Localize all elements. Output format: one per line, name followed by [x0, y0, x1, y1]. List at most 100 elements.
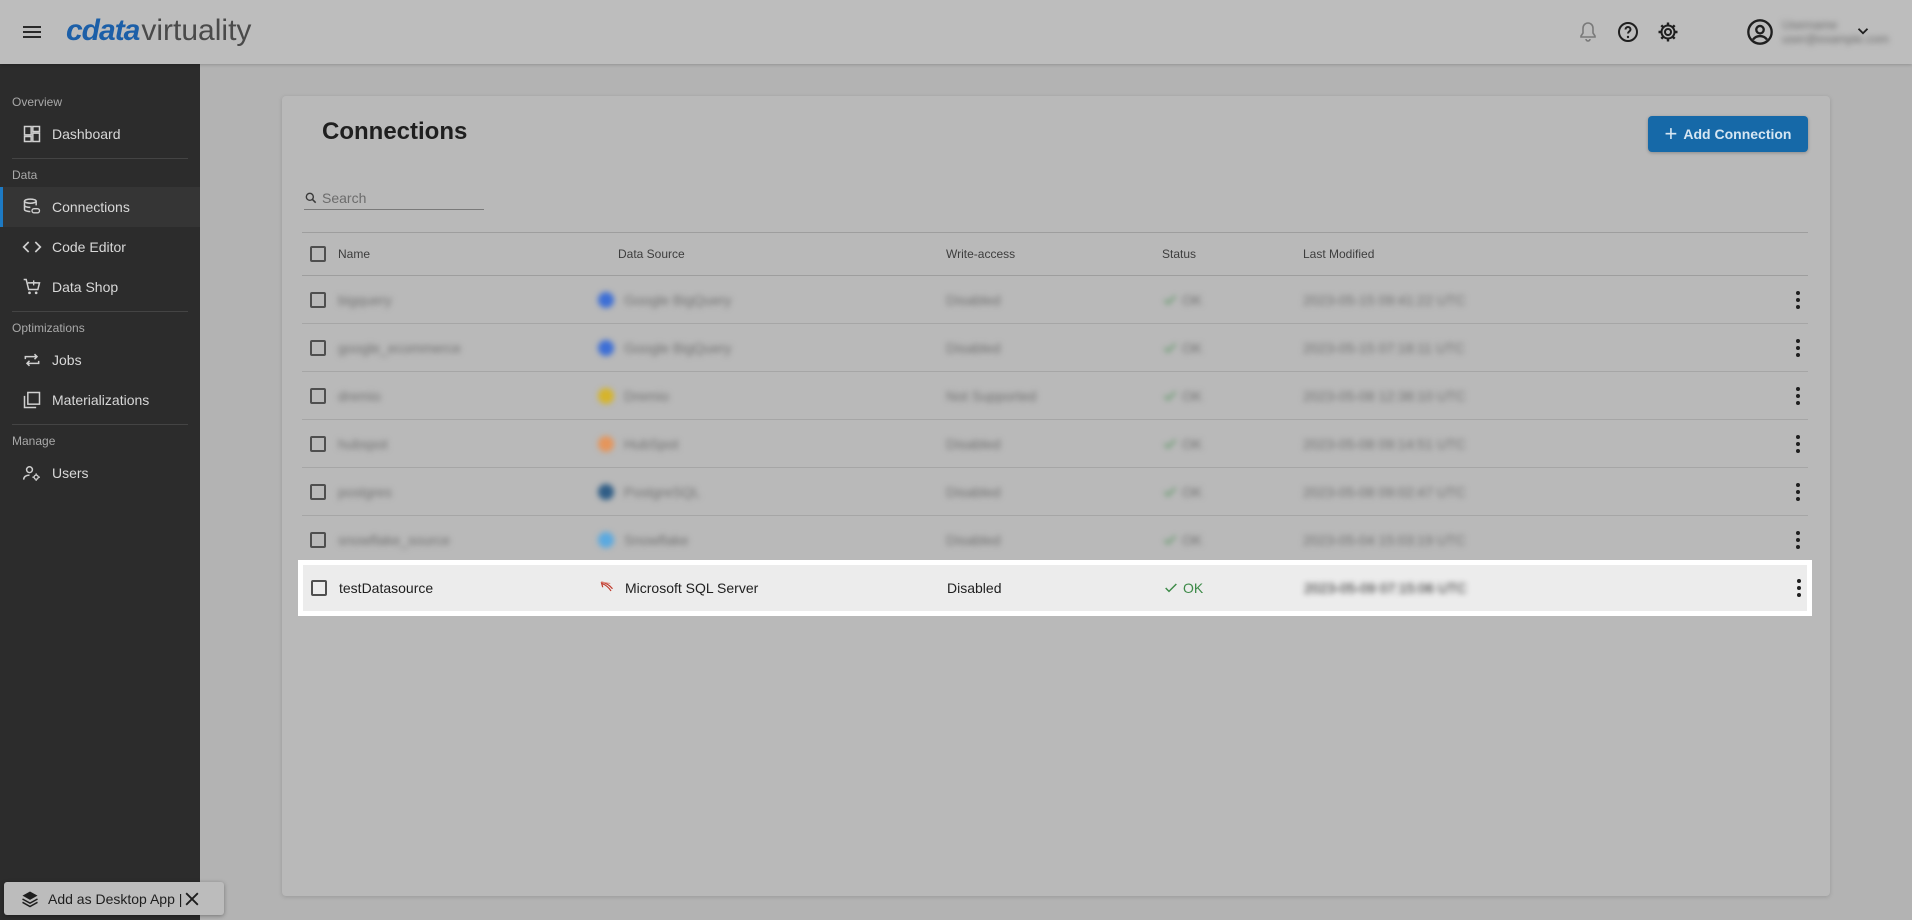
search-input[interactable]	[322, 189, 472, 206]
data-source-name: Microsoft SQL Server	[625, 580, 759, 596]
data-source-cell: PostgreSQL	[598, 468, 700, 515]
sidebar-item-data-shop[interactable]: Data Shop	[0, 267, 200, 307]
sidebar-item-users[interactable]: Users	[0, 453, 200, 493]
data-source-name: Snowflake	[624, 531, 689, 548]
connection-name[interactable]: hubspot	[338, 420, 388, 467]
data-source-name: HubSpot	[624, 435, 679, 452]
table-row[interactable]: hubspot HubSpot Disabled OK 2023-05-08 0…	[302, 420, 1808, 468]
last-modified-value: 2023-05-15 07:18:11 UTC	[1303, 339, 1465, 356]
row-checkbox[interactable]	[310, 435, 326, 452]
sidebar-item-label: Users	[52, 465, 89, 481]
table-row[interactable]: testDatasource Microsoft SQL Server Disa…	[298, 560, 1812, 616]
desktop-app-toast[interactable]: Add as Desktop App |	[4, 882, 224, 915]
table-row[interactable]: bigquery Google BigQuery Disabled OK 202…	[302, 276, 1808, 324]
data-source-cell: Dremio	[598, 372, 669, 419]
datasource-logo-icon	[598, 531, 614, 548]
data-source-cell: HubSpot	[598, 420, 678, 467]
nav-section-data: Data	[12, 168, 38, 182]
more-vertical-icon[interactable]	[1786, 288, 1810, 312]
connection-name[interactable]: bigquery	[338, 276, 392, 323]
app-logo[interactable]: cdata virtuality	[66, 14, 251, 50]
status-cell: OK	[1162, 516, 1202, 563]
check-icon	[1165, 583, 1177, 593]
hamburger-menu-icon[interactable]	[20, 20, 44, 44]
column-header-write-access[interactable]: Write-access	[946, 233, 1015, 275]
top-app-bar: cdata virtuality Username user@example.c…	[0, 0, 1912, 64]
table-header: Name Data Source Write-access Status Las…	[302, 232, 1808, 276]
check-icon	[1164, 438, 1176, 448]
data-source-name: Google BigQuery	[624, 339, 732, 356]
connection-name[interactable]: postgres	[338, 468, 392, 515]
table-row[interactable]: postgres PostgreSQL Disabled OK 2023-05-…	[302, 468, 1808, 516]
add-connection-label: Add Connection	[1683, 126, 1792, 142]
write-access-value: Disabled	[946, 339, 1001, 356]
connection-name[interactable]: google_ecommerce	[338, 324, 461, 371]
logo-product: virtuality	[141, 14, 252, 47]
column-header-data-source[interactable]: Data Source	[618, 233, 685, 275]
status-value: OK	[1182, 435, 1203, 452]
plus-icon: +	[1664, 121, 1678, 146]
column-header-last-modified[interactable]: Last Modified	[1303, 233, 1374, 275]
chevron-down-icon	[1857, 28, 1869, 35]
stack-icon	[23, 391, 41, 409]
column-header-status[interactable]: Status	[1162, 233, 1196, 275]
sidebar-item-code-editor[interactable]: Code Editor	[0, 227, 200, 267]
sidebar-item-dashboard[interactable]: Dashboard	[0, 114, 200, 154]
table-body: bigquery Google BigQuery Disabled OK 202…	[298, 276, 1812, 616]
search-field[interactable]	[304, 186, 484, 210]
column-header-name[interactable]: Name	[338, 233, 370, 275]
sidebar-item-materializations[interactable]: Materializations	[0, 380, 200, 420]
row-checkbox[interactable]	[310, 387, 326, 404]
notification-bell-icon[interactable]	[1576, 20, 1600, 44]
nav-divider	[12, 158, 188, 159]
write-access-value: Not Supported	[946, 387, 1037, 404]
more-vertical-icon[interactable]	[1786, 336, 1810, 360]
data-source-cell: Google BigQuery	[598, 324, 731, 371]
last-modified-value: 2023-05-08 12:38:10 UTC	[1303, 387, 1466, 404]
data-source-cell: Microsoft SQL Server	[599, 565, 758, 611]
help-icon[interactable]	[1616, 20, 1640, 44]
row-checkbox[interactable]	[310, 483, 326, 500]
more-vertical-icon[interactable]	[1786, 480, 1810, 504]
user-menu[interactable]: Username user@example.com	[1746, 18, 1889, 48]
connection-name[interactable]: dremio	[338, 372, 381, 419]
connection-name[interactable]: snowflake_source	[338, 516, 450, 563]
status-cell: OK	[1162, 420, 1202, 467]
page-title: Connections	[322, 118, 468, 145]
row-checkbox[interactable]	[311, 580, 327, 596]
sidebar-item-label: Jobs	[52, 352, 82, 368]
write-access-value: Disabled	[947, 580, 1002, 596]
last-modified-value: 2023-05-09 07:15:06 UTC	[1304, 580, 1467, 596]
check-icon	[1164, 294, 1176, 304]
more-vertical-icon[interactable]	[1786, 384, 1810, 408]
sidebar-item-connections[interactable]: Connections	[0, 187, 200, 227]
dashboard-icon	[23, 125, 41, 143]
table-row[interactable]: snowflake_source Snowflake Disabled OK 2…	[302, 516, 1808, 564]
connections-table: Name Data Source Write-access Status Las…	[298, 232, 1812, 616]
table-row[interactable]: google_ecommerce Google BigQuery Disable…	[302, 324, 1808, 372]
add-connection-button[interactable]: + Add Connection	[1648, 116, 1808, 152]
row-checkbox[interactable]	[310, 531, 326, 548]
close-icon[interactable]	[182, 889, 202, 909]
more-vertical-icon[interactable]	[1787, 576, 1811, 600]
row-checkbox[interactable]	[310, 291, 326, 308]
datasource-logo-icon	[598, 483, 614, 500]
datasource-logo-icon	[598, 435, 614, 452]
connection-name[interactable]: testDatasource	[339, 565, 433, 611]
settings-gear-icon[interactable]	[1656, 20, 1680, 44]
data-source-cell: Google BigQuery	[598, 276, 731, 323]
check-icon	[1164, 486, 1176, 496]
sidebar-item-label: Data Shop	[52, 279, 119, 295]
row-checkbox[interactable]	[310, 339, 326, 356]
more-vertical-icon[interactable]	[1786, 528, 1810, 552]
more-vertical-icon[interactable]	[1786, 432, 1810, 456]
select-all-checkbox[interactable]	[310, 246, 326, 262]
table-row[interactable]: dremio Dremio Not Supported OK 2023-05-0…	[302, 372, 1808, 420]
check-icon	[1164, 534, 1176, 544]
sidebar-item-jobs[interactable]: Jobs	[0, 340, 200, 380]
repeat-icon	[24, 353, 40, 367]
user-email: user@example.com	[1782, 32, 1889, 46]
data-source-cell: Snowflake	[598, 516, 689, 563]
nav-section-optimizations: Optimizations	[12, 321, 85, 335]
sidebar-item-label: Materializations	[52, 392, 150, 408]
